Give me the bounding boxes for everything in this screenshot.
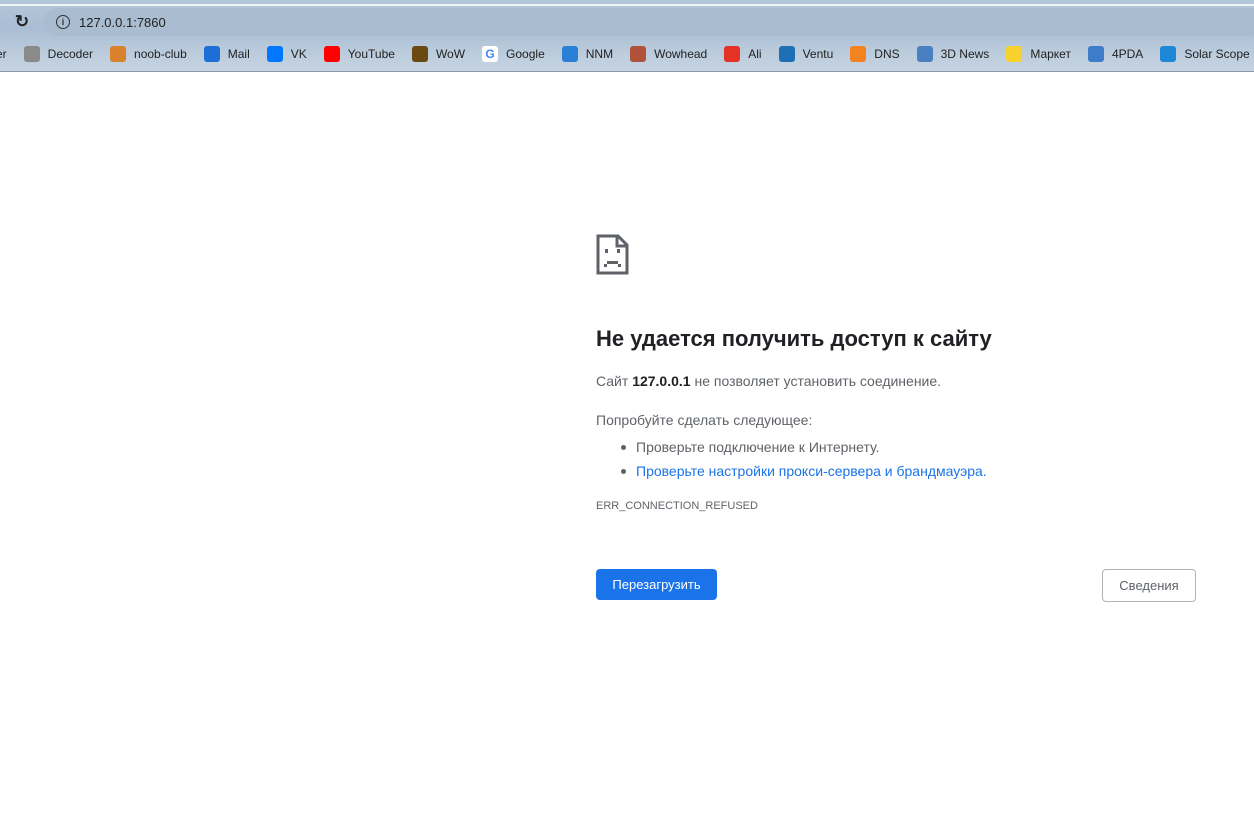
bookmark-google[interactable]: G Google (482, 46, 545, 62)
3dnews-icon (916, 46, 933, 62)
vk-icon (266, 46, 283, 62)
error-icon-wrap (596, 234, 1196, 280)
site-suffix: не позволяет установить соединение. (694, 373, 942, 389)
dragon-icon (110, 46, 127, 62)
zebra-icon (23, 46, 40, 62)
wow-icon (411, 46, 428, 62)
bookmark-youtube[interactable]: YouTube (323, 46, 395, 62)
bookmark-ali[interactable]: Ali (724, 46, 762, 62)
url-text[interactable]: 127.0.0.1:7860 (79, 15, 166, 30)
bookmark-mail[interactable]: Mail (203, 46, 250, 62)
bookmark-wow[interactable]: WoW (411, 46, 466, 62)
bookmark-label: WoW (435, 47, 466, 61)
site-prefix: Сайт (596, 373, 629, 389)
error-message: Сайт 127.0.0.1 не позволяет установить с… (596, 373, 941, 389)
bookmark-label: YouTube (347, 47, 395, 61)
youtube-icon (323, 46, 340, 62)
try-label: Попробуйте сделать следующее: (596, 412, 813, 428)
bookmark-ventu[interactable]: Ventu (778, 46, 834, 62)
bookmark-noob-club[interactable]: noob-club (110, 46, 187, 62)
bookmark-3d-news[interactable]: 3D News (916, 46, 990, 62)
browser-toolbar: ↻ i 127.0.0.1:7860 er Decoder noob-club Mai… (0, 0, 1254, 72)
reload-button[interactable]: Перезагрузить (596, 569, 717, 600)
bookmark-label: Ali (748, 47, 762, 61)
bookmark-wowhead[interactable]: Wowhead (630, 46, 707, 62)
bookmark-label: er (0, 47, 7, 61)
bookmark-label: Solar Scope (1184, 47, 1250, 61)
suggestion-proxy-link[interactable]: Проверьте настройки прокси-сервера и бра… (636, 463, 987, 479)
solar-scope-icon (1160, 46, 1177, 62)
bookmarks-bar: er Decoder noob-club Mail VK YouTube WoW G Googl… (0, 44, 1254, 64)
suggestion-check-connection: Проверьте подключение к Интернету. (621, 435, 987, 459)
details-button[interactable]: Сведения (1102, 569, 1196, 602)
bookmark-label: Wowhead (654, 47, 708, 61)
google-icon: G (482, 46, 499, 62)
bookmark-label: noob-club (134, 47, 187, 61)
bookmark-label: 4PDA (1111, 47, 1144, 61)
bookmark-solar-scope[interactable]: Solar Scope (1160, 46, 1250, 62)
site-host: 127.0.0.1 (632, 373, 691, 389)
bookmark-label: NNM (585, 47, 614, 61)
bookmark-label: 3D News (940, 47, 990, 61)
reload-icon[interactable]: ↻ (12, 12, 32, 32)
market-icon (1006, 46, 1023, 62)
bookmark-er[interactable]: er (0, 47, 7, 61)
sad-page-icon (596, 234, 629, 275)
bookmark-label: Ventu (802, 47, 834, 61)
tab-strip-edge (0, 4, 1254, 6)
bookmark-nnm[interactable]: NNM (561, 46, 614, 62)
dns-icon (850, 46, 867, 62)
4pda-icon (1087, 46, 1104, 62)
address-bar[interactable]: i 127.0.0.1:7860 (44, 8, 1254, 36)
at-icon (203, 46, 220, 62)
bookmark-decoder[interactable]: Decoder (23, 46, 94, 62)
bookmark-label: DNS (874, 47, 900, 61)
bookmark-label: Google (506, 47, 545, 61)
bookmark-label: VK (290, 47, 307, 61)
wowhead-icon (630, 46, 647, 62)
suggestions-list: Проверьте подключение к Интернету. Прове… (621, 435, 987, 483)
bookmark-маркет[interactable]: Маркет (1006, 46, 1071, 62)
bookmark-label: Маркет (1030, 47, 1071, 61)
ventu-icon (778, 46, 795, 62)
bookmark-label: Mail (227, 47, 250, 61)
bookmark-4pda[interactable]: 4PDA (1087, 46, 1144, 62)
info-icon[interactable]: i (56, 15, 70, 29)
bookmark-label: Decoder (47, 47, 94, 61)
bookmark-dns[interactable]: DNS (850, 46, 900, 62)
butterfly-icon (561, 46, 578, 62)
error-code: ERR_CONNECTION_REFUSED (596, 500, 758, 512)
ali-icon (724, 46, 741, 62)
error-title: Не удается получить доступ к сайту (596, 326, 992, 351)
bookmark-vk[interactable]: VK (266, 46, 307, 62)
